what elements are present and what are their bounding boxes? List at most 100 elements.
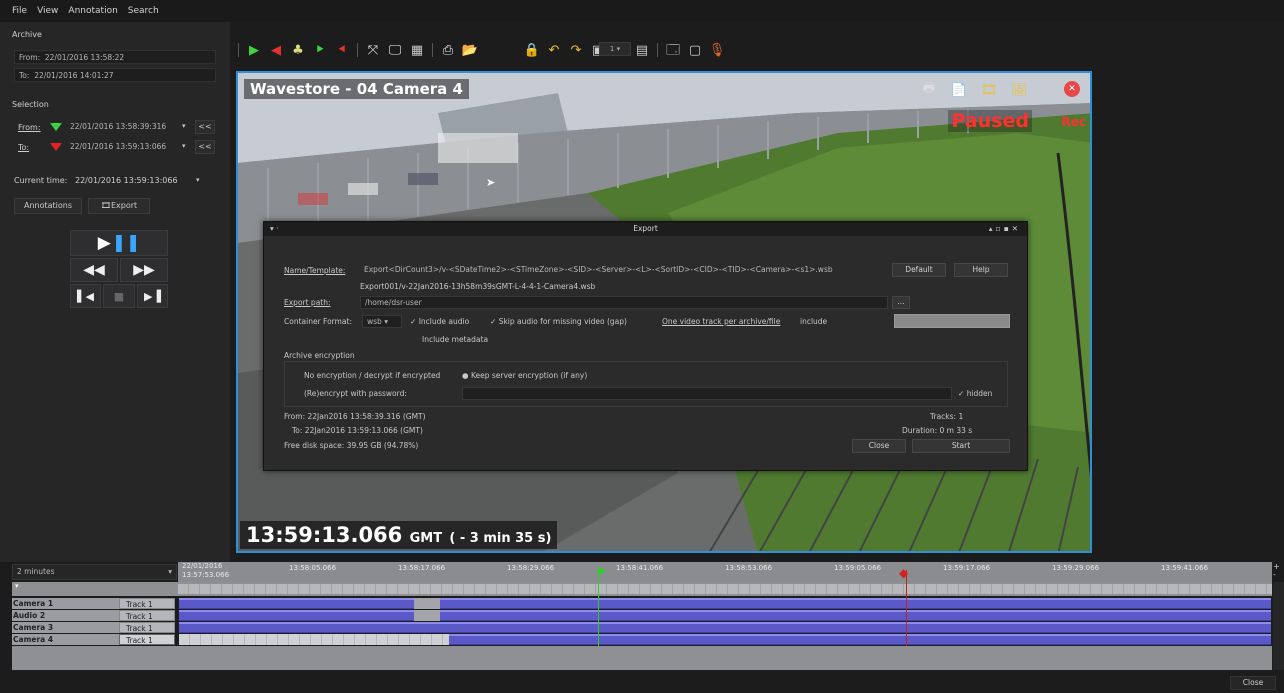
close-camera-icon[interactable]: ✕ [1064,81,1080,97]
set-end-marker-icon[interactable]: ◀ [267,41,285,59]
password-input[interactable] [462,387,952,400]
name-template-input[interactable]: Export<DirCount3>/v-<SDateTime2>-<STimeZ… [360,264,888,277]
selection-start-marker-icon[interactable]: ▶ [598,564,606,577]
ruler-tick: 13:58:17.066 [398,564,446,572]
hidden-checkbox[interactable]: ✓ hidden [958,389,992,398]
include-metadata-checkbox[interactable]: Include metadata [422,335,488,344]
toolbar-separator [657,43,658,57]
export-path-input[interactable]: /home/dsr-user [360,296,888,309]
selection-to-rewind-button[interactable]: << [195,140,215,154]
photo-icon[interactable]: 🖼 [1010,81,1028,99]
monitor-icon[interactable]: 🖵 [386,41,404,59]
fullscreen-icon[interactable]: ⤧ [364,41,382,59]
fast-forward-icon: ▶▶ [133,262,155,278]
annotations-button[interactable]: Annotations [14,198,82,214]
track-name[interactable]: Track 1 [119,598,175,609]
goto-start-icon[interactable]: ⯈ [311,41,329,59]
timestamp-value: 13:59:13.066 [246,523,403,547]
skip-end-button[interactable]: ▶▐ [137,284,168,308]
track-name[interactable]: Track 1 [119,610,175,621]
track-recording-bar[interactable] [179,622,1271,633]
selection-heading: Selection [12,100,49,109]
export-button[interactable]: 🎞Export [88,198,150,214]
export-from-line: From: 22Jan2016 13:58:39.316 (GMT) [284,412,426,421]
track-camera-label: Audio 2 [12,610,119,621]
selection-from-value[interactable]: 22/01/2016 13:58:39:316 [66,120,176,134]
stop-button[interactable]: ■ [103,284,135,308]
rewind-button[interactable]: ◀◀ [70,258,118,282]
include-select[interactable] [894,314,1010,328]
ruler-tick: 13:59:29.066 [1052,564,1100,572]
export-to-line: To: 22Jan2016 13:59:13.066 (GMT) [292,426,423,435]
snapshot-icon[interactable]: ⎙ [439,41,457,59]
menu-search[interactable]: Search [128,6,159,16]
skip-start-button[interactable]: ▌◀ [70,284,101,308]
printer-icon[interactable]: 🖶 [920,81,938,99]
track-name[interactable]: Track 1 [119,622,175,633]
document-icon[interactable]: 📄 [950,81,968,99]
set-start-marker-icon[interactable]: ▶ [245,41,263,59]
container-format-select[interactable]: wsb ▾ [362,315,402,328]
microphone-icon[interactable]: 🎙 [708,41,726,59]
track-camera-label: Camera 3 [12,622,119,633]
window-icon[interactable]: ▢ [686,41,704,59]
vertical-scrollbar[interactable] [1273,582,1284,670]
current-time-value[interactable]: 22/01/2016 13:59:13:066 [75,176,178,185]
track-recording-bar[interactable] [449,634,1271,645]
layout-icon[interactable]: ▦ [408,41,426,59]
one-track-checkbox[interactable]: One video track per archive/file [662,317,780,326]
playhead-marker-icon[interactable]: ◆ [899,566,908,580]
browse-button[interactable]: ... [892,296,910,309]
track-recording-bar[interactable] [179,610,1271,621]
no-encryption-radio[interactable]: No encryption / decrypt if encrypted [304,371,440,380]
timeline-close-button[interactable]: Close [1230,676,1276,690]
reencrypt-label: (Re)encrypt with password: [304,389,407,398]
folder-icon[interactable]: 📂 [461,41,479,59]
archive-heading: Archive [12,30,42,39]
toolbar-separator [432,43,433,57]
selection-to-value[interactable]: 22/01/2016 13:59:13:066 [66,140,176,154]
lock-icon[interactable]: 🔒 [523,41,541,59]
zoom-select[interactable]: 2 minutes ▾ [12,564,177,580]
close-button[interactable]: Close [852,439,906,453]
toolbar-separator [357,43,358,57]
ruler-tick: 13:58:29.066 [507,564,555,572]
camera-group-icon[interactable]: ♣ [289,41,307,59]
menu-file[interactable]: File [12,6,27,16]
grid-icon[interactable]: ▤ [633,41,651,59]
screen-icon[interactable]: 🗔 [664,41,682,59]
include-audio-label: Include audio [418,317,470,326]
film-icon[interactable]: 🎞 [980,81,998,99]
selection-from-dropdown-icon[interactable]: ▾ [182,122,186,130]
track-recording-bar[interactable] [179,598,1271,609]
skip-audio-checkbox[interactable]: ✓ Skip audio for missing video (gap) [490,317,627,326]
export-path-label: Export path: [284,298,331,307]
ruler-first-time: 13:57:53.066 [182,571,230,579]
help-button[interactable]: Help [954,263,1008,277]
track-name-selected[interactable]: Track 1 [119,634,175,645]
dialog-menu-icon[interactable]: ▾ · [270,222,279,236]
redo-icon[interactable]: ↷ [567,41,585,59]
undo-icon[interactable]: ↶ [545,41,563,59]
fast-forward-button[interactable]: ▶▶ [120,258,168,282]
channel-select[interactable]: 1 ▾ [599,42,631,56]
play-pause-button[interactable]: ▶ ❚❚ [70,230,168,256]
keep-encryption-radio[interactable]: ● Keep server encryption (if any) [462,371,587,380]
dialog-window-controls-icon[interactable]: ▴▫▪✕ [989,222,1021,236]
selection-to-dropdown-icon[interactable]: ▾ [182,142,186,150]
menu-annotation[interactable]: Annotation [68,6,117,16]
selection-from-rewind-button[interactable]: << [195,120,215,134]
left-panel: Archive From: 22/01/2016 13:58:22 To: 22… [0,22,230,562]
current-time-label: Current time: [14,176,68,185]
include-audio-checkbox[interactable]: ✓ Include audio [410,317,469,326]
current-time-dropdown-icon[interactable]: ▾ [196,176,200,184]
default-button[interactable]: Default [892,263,946,277]
goto-end-icon[interactable]: ⯇ [333,41,351,59]
menu-view[interactable]: View [37,6,58,16]
timeline-panel: 2 minutes ▾ 22/01/2016 13:57:53.066 13:5… [0,562,1284,693]
zoom-out-icon[interactable]: - [1273,570,1276,579]
camera-title: Wavestore - 04 Camera 4 [244,79,469,99]
start-button[interactable]: Start [912,439,1010,453]
track-gap [414,598,440,609]
collapse-icon[interactable]: ▾ [15,582,19,590]
